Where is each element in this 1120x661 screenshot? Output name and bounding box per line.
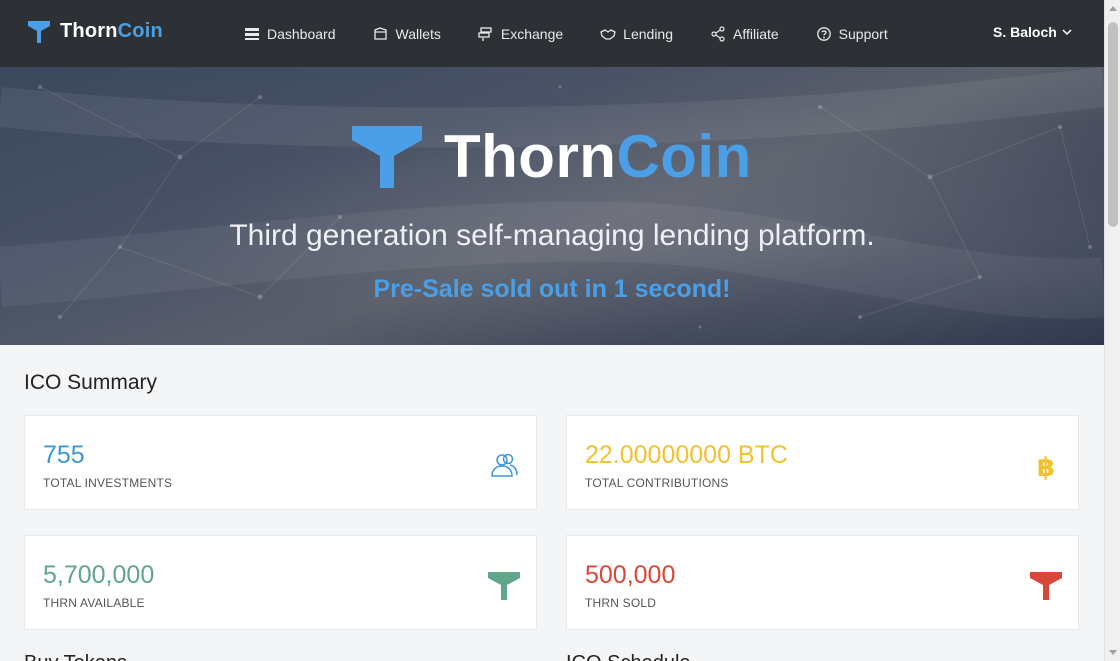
stat-label: TOTAL INVESTMENTS [43, 476, 173, 490]
bitcoin-icon: ฿ [1037, 453, 1055, 482]
ico-summary-title: ICO Summary [24, 371, 158, 394]
nav-label-dashboard: Dashboard [267, 25, 336, 42]
thorncoin-logo-icon [28, 20, 50, 43]
hero-title: ThornCoin [444, 123, 752, 190]
stat-value: 5,700,000 [43, 561, 155, 589]
stat-label: TOTAL CONTRIBUTIONS [585, 476, 729, 490]
dashboard-icon [245, 27, 259, 40]
nav-label-lending: Lending [623, 25, 673, 42]
wallet-icon [373, 26, 387, 40]
thorncoin-icon [1030, 572, 1062, 600]
nav-label-wallets: Wallets [395, 25, 441, 42]
svg-text:฿: ฿ [1037, 453, 1055, 482]
nav-item-exchange[interactable]: Exchange [478, 26, 563, 42]
help-icon [816, 26, 831, 41]
hero-subtitle: Third generation self-managing lending p… [229, 219, 875, 252]
stat-card-thrn-sold: 500,000 THRN SOLD [566, 535, 1079, 630]
scroll-up-icon[interactable] [1109, 6, 1117, 11]
ico-schedule-heading: ICO Schedule [566, 652, 691, 661]
nav-item-dashboard[interactable]: Dashboard [244, 26, 336, 42]
chevron-down-icon [1062, 29, 1072, 36]
stat-card-total-investments: 755 TOTAL INVESTMENTS [24, 415, 537, 510]
vertical-scrollbar[interactable] [1104, 0, 1120, 661]
stat-card-total-contributions: 22.00000000 BTC TOTAL CONTRIBUTIONS ฿ [566, 415, 1079, 510]
scroll-down-icon[interactable] [1109, 650, 1117, 655]
share-icon [711, 25, 725, 42]
stat-value: 22.00000000 BTC [585, 441, 788, 469]
scroll-thumb[interactable] [1108, 22, 1118, 227]
brand-logo[interactable]: ThornCoin [28, 20, 163, 43]
nav-label-exchange: Exchange [500, 25, 564, 42]
stat-value: 500,000 [585, 561, 676, 589]
hero-logo: ThornCoin [352, 126, 752, 188]
nav-label-affiliate: Affiliate [733, 25, 779, 42]
top-navbar: ThornCoin Dashboard Wallets Exchange Len… [0, 0, 1104, 67]
nav-item-support[interactable]: Support [816, 26, 888, 42]
hero-tagline: Pre-Sale sold out in 1 second! [373, 275, 731, 303]
main-nav: Dashboard Wallets Exchange Lending Affil… [244, 0, 925, 67]
stat-value: 755 [43, 441, 85, 469]
thorncoin-icon [488, 572, 520, 600]
buy-tokens-heading: Buy Tokens [24, 652, 127, 661]
user-name: S. Baloch [993, 24, 1057, 40]
handshake-icon [600, 28, 616, 40]
stat-card-thrn-available: 5,700,000 THRN AVAILABLE [24, 535, 537, 630]
thorncoin-logo-icon [352, 126, 422, 188]
stat-label: THRN AVAILABLE [43, 596, 145, 610]
user-menu[interactable]: S. Baloch [993, 24, 1072, 40]
hero-banner: ThornCoin Third generation self-managing… [0, 67, 1104, 345]
stat-label: THRN SOLD [585, 596, 657, 610]
brand-name: ThornCoin [60, 20, 163, 42]
nav-item-wallets[interactable]: Wallets [373, 26, 441, 42]
nav-item-lending[interactable]: Lending [600, 26, 673, 42]
users-icon [491, 453, 518, 477]
nav-item-affiliate[interactable]: Affiliate [710, 26, 779, 42]
exchange-icon [478, 26, 492, 41]
nav-label-support: Support [838, 25, 888, 42]
